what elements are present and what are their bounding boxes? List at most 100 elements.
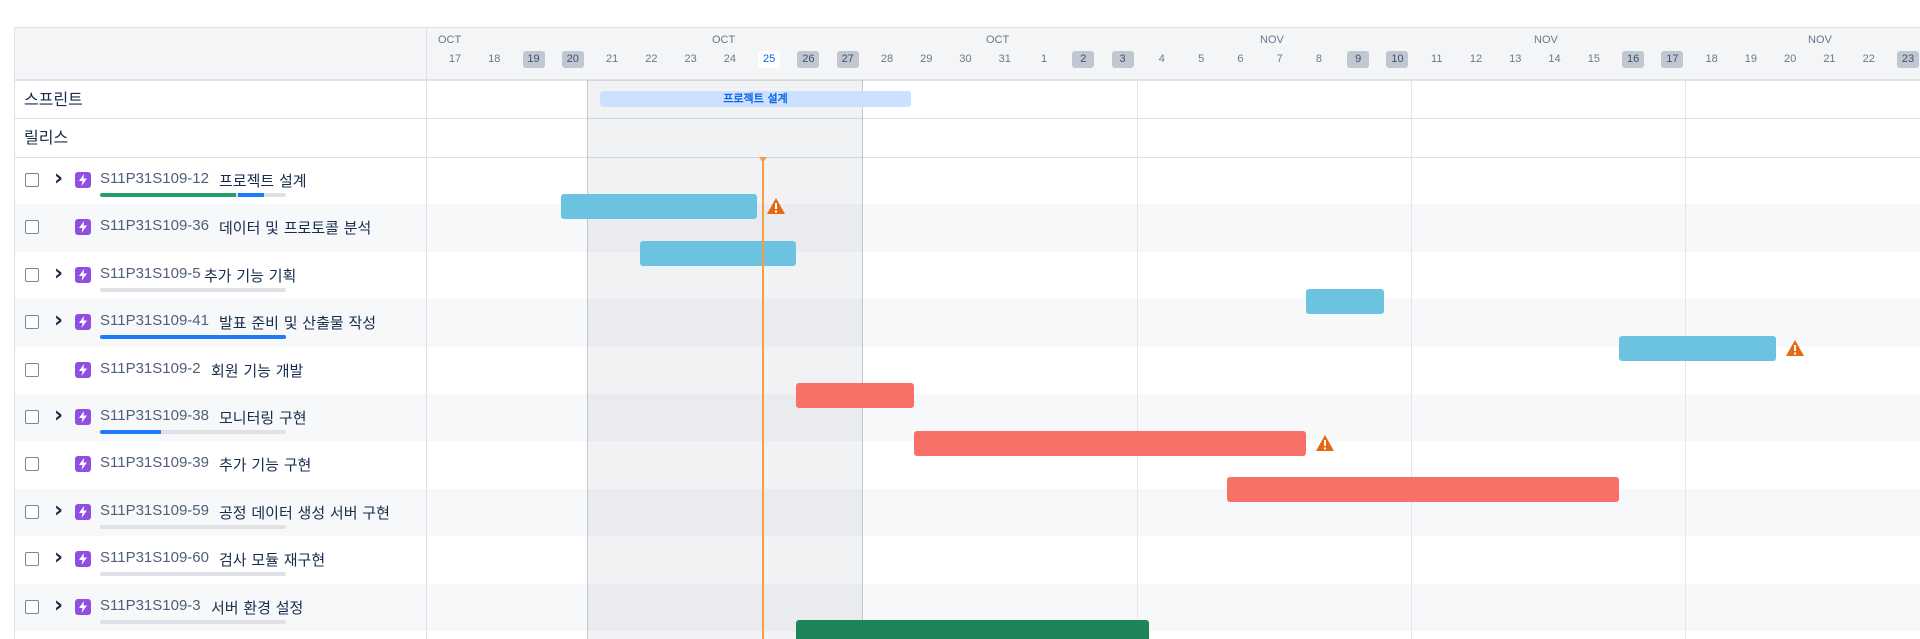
epic-lightning-icon xyxy=(75,219,91,236)
row-checkbox[interactable] xyxy=(25,410,39,424)
row-checkbox[interactable] xyxy=(25,599,39,614)
month-label: NOV xyxy=(1534,34,1558,46)
timeline-gantt: OCT OCT OCT NOV NOV NOV 17 18 19 20 21 22 23 24… xyxy=(14,27,1920,639)
warning-icon[interactable] xyxy=(766,197,786,215)
day-label: 6 xyxy=(1237,53,1244,65)
day-label: 4 xyxy=(1158,53,1165,65)
day-label: 9 xyxy=(1347,51,1370,68)
row-checkbox[interactable] xyxy=(25,173,39,187)
issue-key[interactable]: S11P31S109-41 xyxy=(100,312,209,329)
issue-key[interactable]: S11P31S109-5 xyxy=(100,265,201,282)
row-checkbox[interactable] xyxy=(25,315,39,330)
expand-chevron-icon[interactable]: › xyxy=(54,405,66,427)
issue-key[interactable]: S11P31S109-39 xyxy=(100,454,209,471)
month-label: NOV xyxy=(1808,34,1832,46)
row-checkbox[interactable] xyxy=(25,220,39,235)
month-label: OCT xyxy=(438,34,462,46)
issue-bar[interactable] xyxy=(640,241,796,266)
progress-bar xyxy=(100,193,286,197)
expand-chevron-icon[interactable]: › xyxy=(54,499,66,521)
sprint-pill[interactable]: 프로젝트 설계 xyxy=(600,91,911,107)
issue-title[interactable]: 검사 모듈 재구현 xyxy=(219,549,325,570)
day-label: 10 xyxy=(1386,51,1409,68)
day-label: 13 xyxy=(1509,53,1522,65)
issue-key[interactable]: S11P31S109-36 xyxy=(100,217,209,234)
warning-icon[interactable] xyxy=(1315,434,1335,452)
epic-lightning-icon xyxy=(75,409,91,425)
row-checkbox[interactable] xyxy=(25,552,39,567)
progress-bar xyxy=(100,430,286,434)
day-label: 18 xyxy=(1705,53,1718,65)
row-checkbox[interactable] xyxy=(25,267,39,282)
timeline-header: OCT OCT OCT NOV NOV NOV 17 18 19 20 21 22 23 24… xyxy=(15,28,1920,80)
day-label: 12 xyxy=(1469,53,1483,65)
day-label: 29 xyxy=(920,53,933,65)
expand-chevron-icon[interactable]: › xyxy=(54,547,66,569)
row-checkbox[interactable] xyxy=(25,362,39,377)
progress-bar xyxy=(100,287,286,292)
warning-icon[interactable] xyxy=(1785,339,1805,357)
issue-title[interactable]: 데이터 및 프로토콜 분석 xyxy=(219,217,371,238)
day-label: 18 xyxy=(488,53,501,65)
issue-key[interactable]: S11P31S109-12 xyxy=(100,170,209,187)
day-label: 5 xyxy=(1198,53,1205,65)
expand-chevron-icon[interactable]: › xyxy=(54,168,66,190)
issue-bar[interactable] xyxy=(1306,289,1384,314)
day-label: 25 xyxy=(758,51,781,68)
issue-bar[interactable] xyxy=(1619,336,1776,361)
month-label: OCT xyxy=(986,34,1010,46)
day-label: 23 xyxy=(684,53,697,65)
issue-title[interactable]: 프로젝트 설계 xyxy=(219,170,307,191)
expand-chevron-icon[interactable]: › xyxy=(54,310,66,332)
progress-bar xyxy=(100,572,286,577)
expand-chevron-icon[interactable]: › xyxy=(54,594,66,616)
issue-title[interactable]: 서버 환경 설정 xyxy=(211,597,303,618)
issue-title[interactable]: 회원 기능 개발 xyxy=(211,360,303,381)
epic-lightning-icon xyxy=(75,456,91,473)
day-label: 27 xyxy=(836,51,859,68)
issue-bar[interactable] xyxy=(796,383,914,408)
issue-key[interactable]: S11P31S109-2 xyxy=(100,360,201,377)
issue-list: 스프린트 릴리스 › S11P31S109-12 프로젝트 설계 S11P31S109… xyxy=(15,80,427,639)
issue-key[interactable]: S11P31S109-60 xyxy=(100,549,209,566)
day-label: 14 xyxy=(1548,53,1561,65)
issue-bar[interactable] xyxy=(1227,477,1619,502)
issue-title[interactable]: 모니터링 구현 xyxy=(219,407,307,428)
row-checkbox[interactable] xyxy=(25,504,39,519)
timeline-area: 프로젝트 설계 xyxy=(427,80,1920,639)
day-label: 22 xyxy=(1862,53,1875,65)
issue-title[interactable]: 공정 데이터 생성 서버 구현 xyxy=(219,502,390,523)
issue-key[interactable]: S11P31S109-59 xyxy=(100,502,209,519)
progress-done xyxy=(100,193,236,197)
day-label: 2 xyxy=(1072,51,1095,68)
day-label: 20 xyxy=(561,51,584,68)
issue-key[interactable]: S11P31S109-38 xyxy=(100,407,209,424)
issue-title[interactable]: 추가 기능 기획 xyxy=(204,265,296,286)
progress-in-progress xyxy=(237,193,264,197)
expand-chevron-icon[interactable]: › xyxy=(54,262,66,284)
day-label: 17 xyxy=(448,53,462,65)
day-label: 20 xyxy=(1784,53,1797,65)
progress-in-progress xyxy=(100,430,162,434)
sprints-label: 스프린트 xyxy=(24,90,83,109)
issue-bar[interactable] xyxy=(914,431,1306,456)
progress-bar xyxy=(100,619,286,624)
day-label: 19 xyxy=(522,51,545,68)
day-label: 7 xyxy=(1276,53,1283,65)
epic-lightning-icon xyxy=(75,266,91,283)
day-label: 26 xyxy=(797,51,820,68)
epic-lightning-icon xyxy=(75,314,91,331)
day-label: 3 xyxy=(1111,51,1134,68)
day-label: 21 xyxy=(1823,53,1836,65)
row-checkbox[interactable] xyxy=(25,457,39,472)
day-label: 15 xyxy=(1587,53,1600,65)
issue-bar[interactable] xyxy=(561,194,757,219)
issue-title[interactable]: 발표 준비 및 산출물 작성 xyxy=(219,312,376,333)
issue-bar[interactable] xyxy=(796,620,1149,639)
issue-title[interactable]: 추가 기능 구현 xyxy=(219,454,311,475)
day-label: 19 xyxy=(1744,53,1758,65)
progress-bar xyxy=(100,335,286,340)
issue-key[interactable]: S11P31S109-3 xyxy=(100,597,201,614)
epic-lightning-icon xyxy=(75,598,91,615)
day-label: 8 xyxy=(1315,53,1322,65)
